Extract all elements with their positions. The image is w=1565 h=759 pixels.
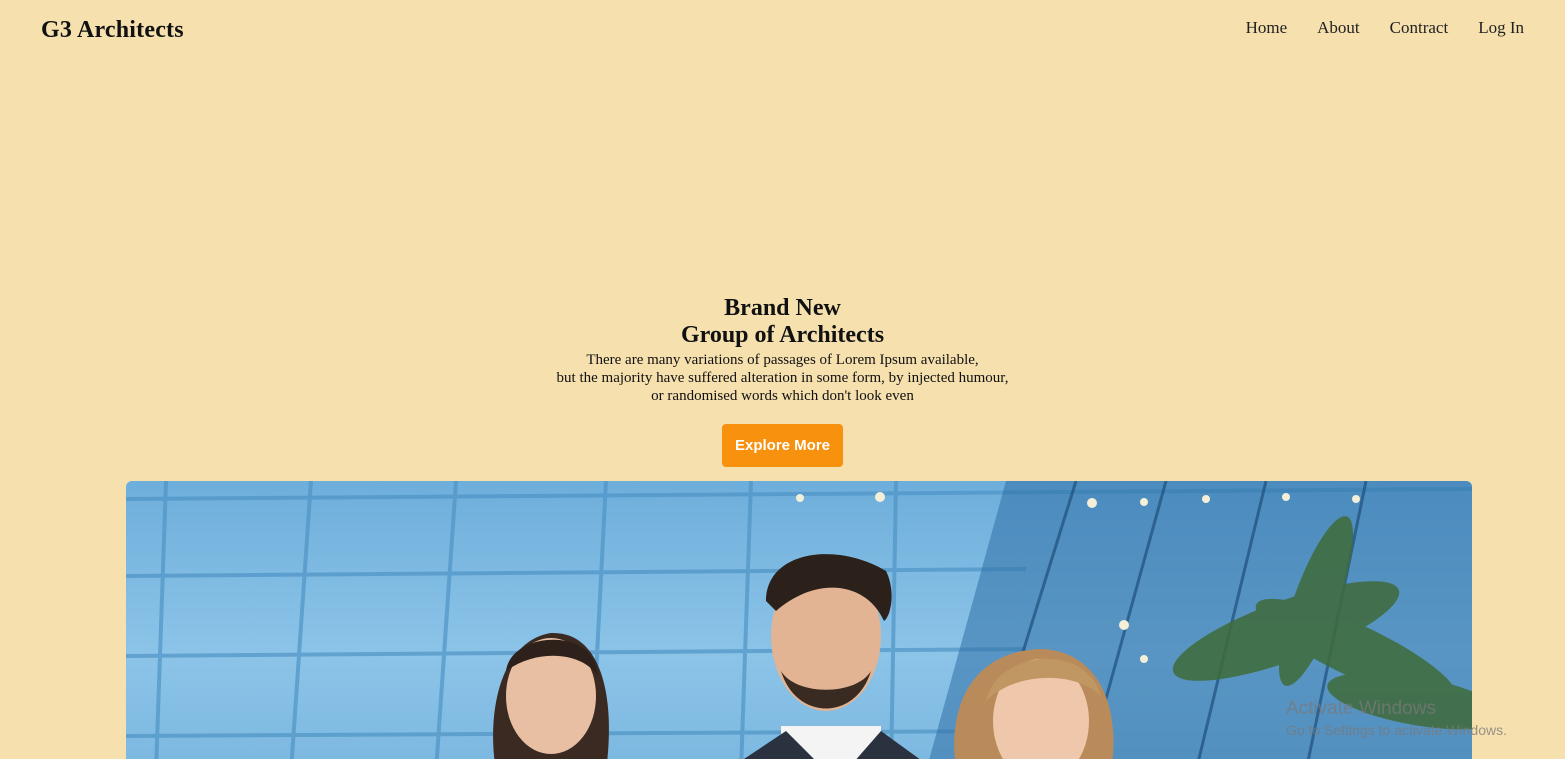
hero-body-line: There are many variations of passages of… (586, 352, 979, 368)
hero-body-line: but the majority have suffered alteratio… (556, 370, 1009, 386)
nav-login[interactable]: Log In (1478, 18, 1524, 38)
watermark-title: Activate Windows (1286, 698, 1436, 719)
hero-title-line2: Group of Architects (680, 322, 885, 348)
main-nav: Home About Contract Log In (1246, 18, 1524, 38)
nav-home[interactable]: Home (1246, 18, 1288, 38)
person-center (744, 554, 920, 759)
nav-about[interactable]: About (1317, 18, 1360, 38)
team-photo (126, 481, 1472, 759)
hero-body-line: or randomised words which don't look eve… (651, 388, 914, 404)
watermark-subtitle: Go to Settings to activate Windows. (1286, 722, 1507, 738)
nav-contract[interactable]: Contract (1390, 18, 1449, 38)
hero-body: There are many variations of passages of… (0, 351, 1565, 405)
activate-windows-watermark: Activate Windows Go to Settings to activ… (1286, 698, 1507, 738)
hero-section: Brand New Group of Architects There are … (0, 295, 1565, 467)
team-photo-illustration (126, 481, 1472, 759)
explore-more-button[interactable]: Explore More (721, 424, 844, 467)
page: G3 Architects Home About Contract Log In… (0, 0, 1565, 759)
brand-logo[interactable]: G3 Architects (41, 17, 184, 44)
hero-title-line1: Brand New (724, 295, 841, 321)
